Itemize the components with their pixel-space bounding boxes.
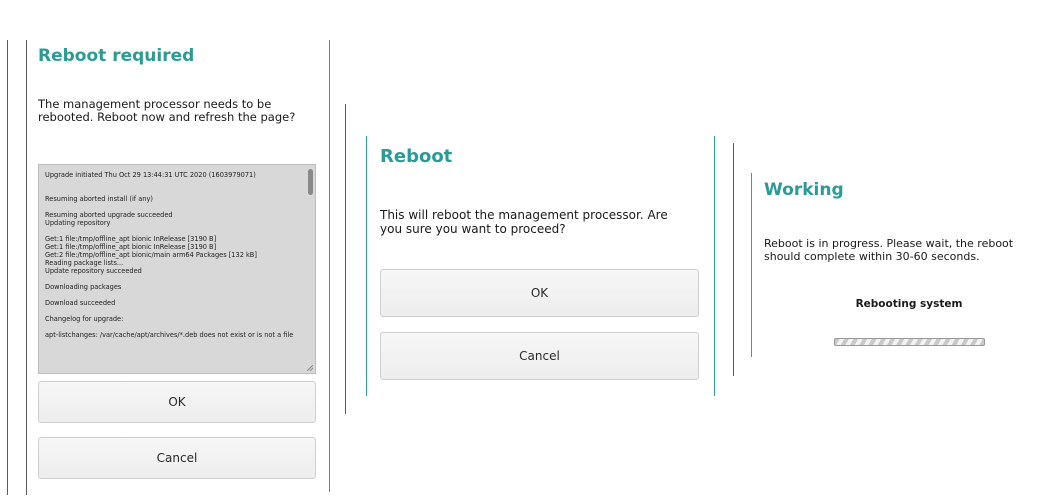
log-lines: Upgrade initiated Thu Oct 29 13:44:31 UT…	[45, 171, 301, 339]
divider	[7, 40, 8, 495]
log-line: Downloading packages	[45, 283, 122, 291]
divider	[733, 143, 734, 376]
cancel-button[interactable]: Cancel	[380, 332, 699, 380]
log-blank-line	[45, 275, 301, 283]
log-blank-line	[45, 227, 301, 235]
divider	[366, 136, 367, 396]
log-line: Updating repository	[45, 219, 111, 227]
reboot-confirm-dialog: Reboot This will reboot the management p…	[380, 140, 700, 390]
log-blank-line	[45, 203, 301, 211]
working-dialog: Working Reboot is in progress. Please wa…	[764, 176, 1054, 356]
cancel-button[interactable]: Cancel	[38, 437, 316, 479]
dialog-title: Reboot	[380, 146, 453, 167]
dialog-message: This will reboot the management processo…	[380, 208, 668, 236]
log-line: Resuming aborted upgrade succeeded	[45, 211, 173, 219]
log-line: Download succeeded	[45, 299, 116, 307]
log-blank-line	[45, 179, 301, 187]
divider	[345, 104, 346, 414]
dialog-message: The management processor needs to be reb…	[38, 97, 296, 124]
log-blank-line	[45, 291, 301, 299]
log-line: apt-listchanges: /var/cache/apt/archives…	[45, 331, 294, 339]
log-line: Changelog for upgrade:	[45, 315, 124, 323]
ok-button[interactable]: OK	[38, 381, 316, 423]
dialog-title: Working	[764, 180, 844, 200]
divider	[329, 40, 330, 492]
divider	[26, 40, 27, 495]
log-blank-line	[45, 187, 301, 195]
dialog-message: Reboot is in progress. Please wait, the …	[764, 237, 1014, 263]
reboot-required-dialog: Reboot required The management processor…	[38, 38, 318, 498]
log-line: Get:1 file:/tmp/offline_apt bionic InRel…	[45, 243, 217, 251]
log-blank-line	[45, 323, 301, 331]
status-label: Rebooting system	[855, 298, 963, 310]
log-scrollbar[interactable]	[308, 169, 313, 195]
resize-grip-icon[interactable]	[307, 365, 313, 371]
dialog-title: Reboot required	[38, 46, 195, 66]
log-line: Get:1 file:/tmp/offline_apt bionic InRel…	[45, 235, 217, 243]
log-line: Reading package lists...	[45, 259, 124, 267]
divider	[751, 173, 752, 357]
ok-button[interactable]: OK	[380, 269, 699, 317]
upgrade-log-textarea[interactable]: Upgrade initiated Thu Oct 29 13:44:31 UT…	[38, 164, 316, 374]
screenshot-canvas: Reboot required The management processor…	[0, 0, 1062, 502]
divider	[714, 136, 715, 396]
progress-bar	[834, 338, 985, 346]
log-blank-line	[45, 307, 301, 315]
log-line: Update repository succeeded	[45, 267, 142, 275]
log-line: Resuming aborted install (if any)	[45, 195, 153, 203]
log-line: Upgrade initiated Thu Oct 29 13:44:31 UT…	[45, 171, 256, 179]
log-line: Get:2 file:/tmp/offline_apt bionic/main …	[45, 251, 257, 259]
